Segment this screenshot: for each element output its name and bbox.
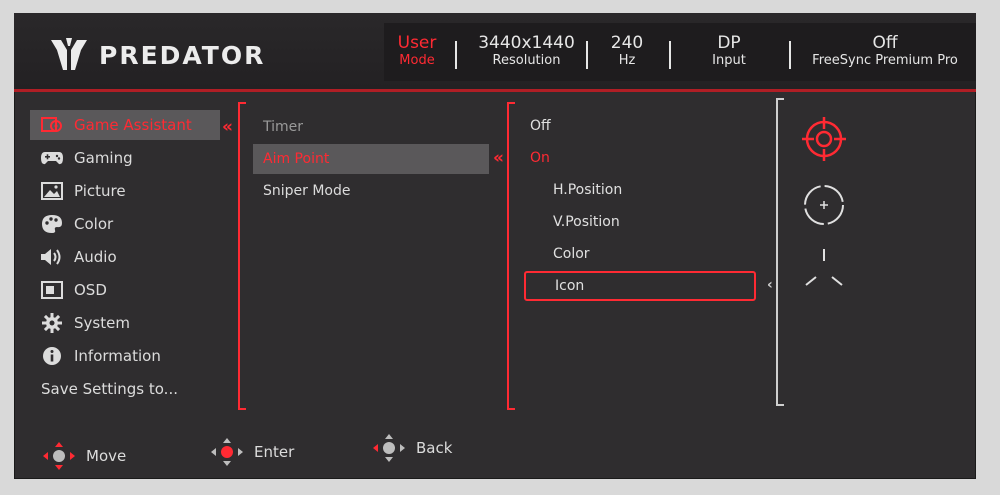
option-v-position[interactable]: V.Position [553,208,620,236]
crosshair-circle-icon[interactable] [800,115,848,163]
option-label: H.Position [553,182,623,198]
header-input: DP Input [704,33,754,69]
dpad-back-icon [373,434,405,462]
osd-panel: PREDATOR User Mode 3440x1440 Resolution … [14,13,976,479]
option-icon[interactable]: Icon [524,271,756,301]
logo-text: PREDATOR [99,40,266,70]
header-separator [586,41,588,69]
picture-icon [40,181,64,201]
dpad-move-icon [43,442,75,470]
header-input-value: DP [717,33,741,53]
sidebar-item-information[interactable]: Information [30,341,220,371]
header-resolution-value: 3440x1440 [478,33,575,53]
gamepad-icon [40,148,64,168]
sidebar-item-label: System [74,314,130,332]
sidebar-item-label: Picture [74,182,126,200]
footer-back-label: Back [416,439,453,457]
sidebar-item-label: Information [74,347,161,365]
header-separator [789,41,791,69]
sidebar-item-save-settings[interactable]: Save Settings to... [30,374,220,404]
sidebar-item-gaming[interactable]: Gaming [30,143,220,173]
options-bracket [507,102,515,410]
header-refresh-value: 240 [610,33,644,53]
header-mode-label: Mode [399,53,435,68]
footer-enter: Enter [210,437,294,467]
header-resolution: 3440x1440 Resolution [469,33,584,69]
submenu-bracket [238,102,246,410]
header-refresh-label: Hz [618,53,636,68]
sidebar-item-label: Color [74,215,114,233]
gear-icon [40,313,64,333]
footer-move: Move [42,441,126,471]
submenu-item-sniper-mode[interactable]: Sniper Mode [253,176,489,206]
chevron-left-icon: « [222,117,233,137]
header-mode: User Mode [392,33,442,69]
sidebar-item-label: Game Assistant [74,116,192,134]
predator-logo-icon [51,38,87,70]
option-h-position[interactable]: H.Position [553,176,622,204]
submenu-item-aim-point[interactable]: Aim Point [253,144,489,174]
crosshair-y-icon[interactable] [800,247,848,295]
chevron-left-icon: ‹ [767,277,773,293]
sidebar-item-label: Gaming [74,149,133,167]
sidebar-item-label: Save Settings to... [41,380,178,398]
submenu-item-label: Timer [263,119,304,135]
sidebar-item-game-assistant[interactable]: Game Assistant [30,110,220,140]
submenu-item-label: Aim Point [263,151,330,167]
predator-logo: PREDATOR [49,35,265,75]
option-label: Color [553,246,590,262]
header-separator [669,41,671,69]
submenu-item-label: Sniper Mode [263,183,351,199]
header-mode-value: User [397,33,437,53]
footer-back: Back [372,433,452,463]
submenu-item-timer[interactable]: Timer [253,112,489,142]
osd-icon [40,280,64,300]
sidebar-item-label: Audio [74,248,117,266]
crosshair-dashed-circle-icon[interactable] [800,181,848,229]
option-on[interactable]: On [530,144,550,172]
header-input-label: Input [712,53,746,68]
option-label: Off [530,118,551,134]
speaker-icon [40,247,64,267]
palette-icon [40,214,64,234]
sidebar-item-audio[interactable]: Audio [30,242,220,272]
option-color[interactable]: Color [553,240,590,268]
option-label: On [530,150,550,166]
option-label: Icon [555,278,585,294]
header-separator [455,41,457,69]
header-freesync-value: Off [872,33,898,53]
header-bar: PREDATOR User Mode 3440x1440 Resolution … [14,13,976,92]
sidebar-item-osd[interactable]: OSD [30,275,220,305]
footer-move-label: Move [86,447,127,465]
footer-enter-label: Enter [254,443,295,461]
sidebar-item-system[interactable]: System [30,308,220,338]
sidebar-item-label: OSD [74,281,107,299]
info-icon [40,346,64,366]
header-refresh-rate: 240 Hz [602,33,652,69]
option-label: V.Position [553,214,620,230]
header-resolution-label: Resolution [492,53,561,68]
option-off[interactable]: Off [530,112,551,140]
game-assistant-icon [40,115,64,135]
dpad-enter-icon [211,438,243,466]
header-freesync-label: FreeSync Premium Pro [812,53,958,68]
header-freesync: Off FreeSync Premium Pro [800,33,970,69]
chevron-left-icon: « [493,148,504,168]
sidebar-item-color[interactable]: Color [30,209,220,239]
header-accent-line [14,89,976,92]
icon-choices-bracket [776,98,784,406]
sidebar-item-picture[interactable]: Picture [30,176,220,206]
